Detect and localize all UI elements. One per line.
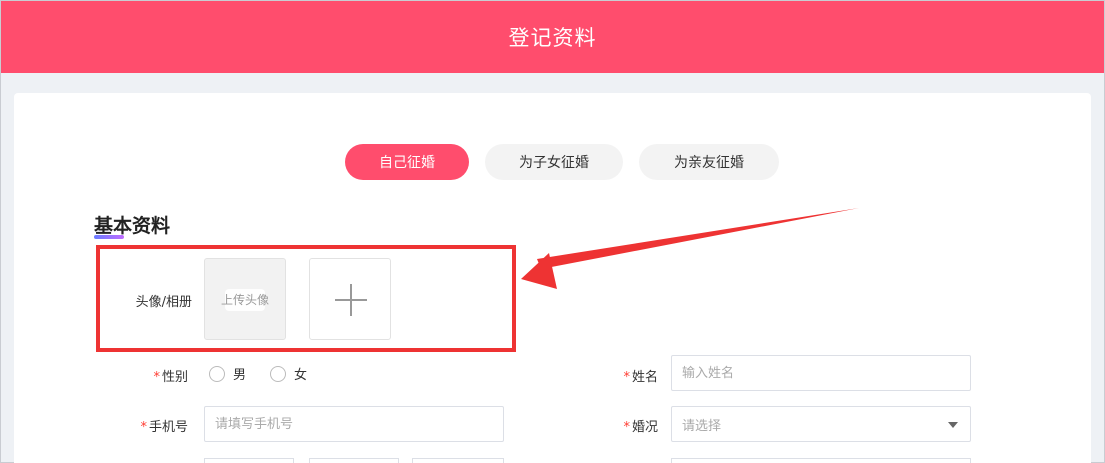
required-mark: * bbox=[153, 370, 160, 385]
phone-label: 手机号 bbox=[148, 420, 188, 435]
name-label: 姓名 bbox=[631, 370, 658, 385]
tab-children[interactable]: 为子女征婚 bbox=[485, 144, 623, 180]
required-mark: * bbox=[140, 420, 147, 435]
next-row-field-1[interactable] bbox=[204, 458, 294, 463]
phone-label-wrap: * 手机号 bbox=[124, 416, 188, 435]
tab-self[interactable]: 自己征婚 bbox=[345, 144, 469, 180]
marital-select[interactable]: 请选择 bbox=[671, 406, 971, 442]
required-mark: * bbox=[623, 420, 630, 435]
phone-input[interactable] bbox=[204, 406, 504, 442]
mode-tabs: 自己征婚 为子女征婚 为亲友征婚 bbox=[345, 144, 779, 180]
gender-label-wrap: * 性别 bbox=[134, 366, 188, 385]
radio-male-label: 男 bbox=[233, 368, 247, 383]
page-title: 登记资料 bbox=[508, 26, 597, 50]
tab-relatives[interactable]: 为亲友征婚 bbox=[639, 144, 779, 180]
gender-radio-group: 男 女 bbox=[209, 364, 331, 383]
marital-label: 婚况 bbox=[631, 420, 658, 435]
app-header: 登记资料 bbox=[1, 1, 1104, 73]
radio-male[interactable] bbox=[209, 365, 225, 382]
name-label-wrap: * 姓名 bbox=[604, 366, 658, 385]
next-row-field-4[interactable] bbox=[671, 458, 971, 463]
next-row-field-3[interactable] bbox=[412, 458, 504, 463]
marital-select-placeholder: 请选择 bbox=[682, 418, 722, 434]
radio-female[interactable] bbox=[270, 365, 287, 382]
gender-label: 性别 bbox=[161, 370, 188, 385]
chevron-down-icon bbox=[948, 422, 958, 428]
radio-female-label: 女 bbox=[294, 368, 308, 383]
next-row-field-2[interactable] bbox=[309, 458, 399, 463]
name-input[interactable] bbox=[671, 355, 971, 391]
marital-label-wrap: * 婚况 bbox=[604, 416, 658, 435]
annotation-highlight-box bbox=[96, 245, 516, 352]
section-title: 基本资料 bbox=[94, 215, 171, 237]
section-underline bbox=[94, 235, 124, 239]
required-mark: * bbox=[623, 370, 630, 385]
